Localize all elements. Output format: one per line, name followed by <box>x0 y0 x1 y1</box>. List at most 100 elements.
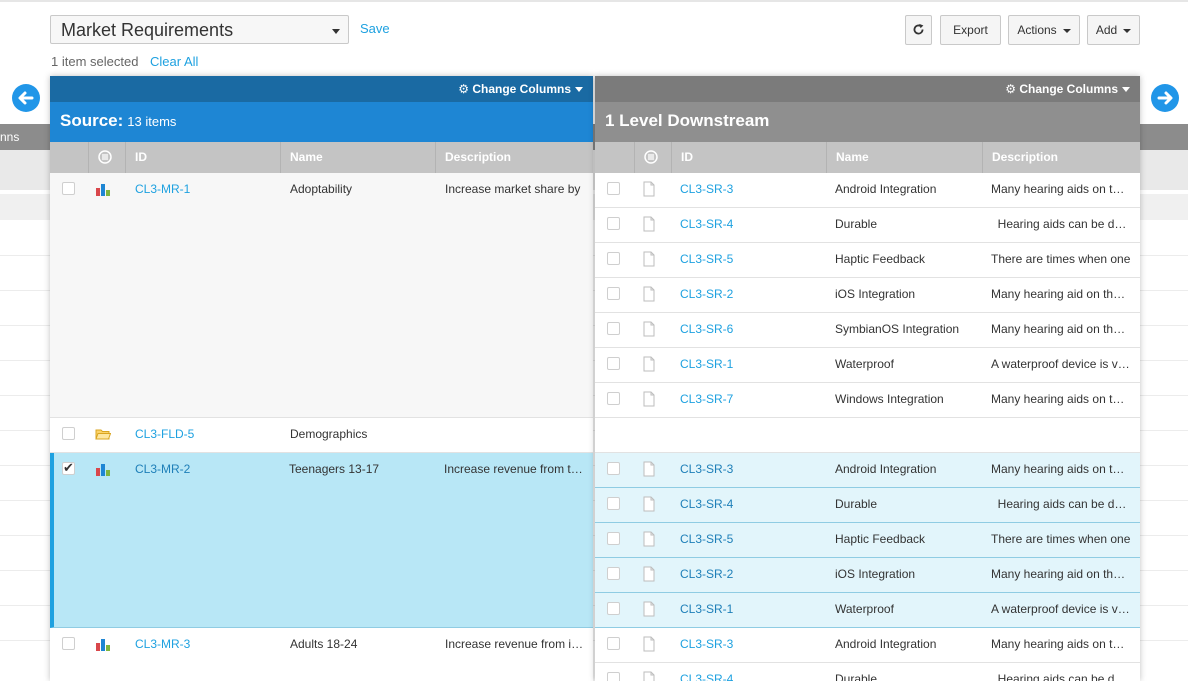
table-row[interactable]: CL3-SR-4 Durable Hearing aids can be dama… <box>595 208 1140 243</box>
row-id-link[interactable]: CL3-MR-1 <box>135 182 275 196</box>
table-row[interactable]: CL3-SR-5 Haptic Feedback There are times w… <box>595 243 1140 278</box>
row-checkbox[interactable] <box>607 357 620 370</box>
actions-button-label: Actions <box>1017 23 1057 37</box>
select-column-header[interactable] <box>50 142 88 173</box>
row-description: Increase revenue from individuals <box>445 637 585 651</box>
select-column-header[interactable] <box>595 142 634 173</box>
type-column-header[interactable] <box>88 142 125 173</box>
source-change-columns-button[interactable]: ⚙ Change Columns <box>458 82 583 96</box>
row-id-link[interactable]: CL3-SR-5 <box>680 252 820 266</box>
name-column-header[interactable]: Name <box>826 142 982 173</box>
table-row[interactable]: CL3-SR-4 Durable Hearing aids can be dama… <box>595 488 1140 523</box>
row-checkbox[interactable] <box>607 217 620 230</box>
row-checkbox[interactable] <box>607 672 620 681</box>
table-row[interactable]: CL3-SR-2 iOS Integration Many hearing aid … <box>595 278 1140 313</box>
row-checkbox[interactable] <box>607 287 620 300</box>
table-row[interactable]: CL3-MR-3 Adults 18-24 Increase revenue f… <box>50 628 593 681</box>
row-checkbox[interactable] <box>607 392 620 405</box>
save-link[interactable]: Save <box>360 21 390 36</box>
id-column-header[interactable]: ID <box>125 142 280 173</box>
row-checkbox[interactable] <box>607 182 620 195</box>
clear-all-link[interactable]: Clear All <box>150 54 198 69</box>
table-row[interactable]: CL3-SR-5 Haptic Feedback There are times w… <box>595 523 1140 558</box>
row-id-link[interactable]: CL3-SR-3 <box>680 182 820 196</box>
name-column-header[interactable]: Name <box>280 142 435 173</box>
background-header-label: nns <box>0 130 20 144</box>
row-checkbox[interactable] <box>607 532 620 545</box>
table-row[interactable]: CL3-SR-4 Durable Hearing aids can be dama… <box>595 663 1140 681</box>
row-checkbox[interactable] <box>607 602 620 615</box>
row-description: Hearing aids can be damaged <box>997 672 1131 681</box>
previous-view-button[interactable] <box>12 84 40 112</box>
row-id-link[interactable]: CL3-SR-3 <box>680 462 820 476</box>
table-row[interactable]: CL3-MR-1 Adoptability Increase market sh… <box>50 173 593 418</box>
table-row[interactable]: CL3-SR-6 SymbianOS Integration Many hearin… <box>595 313 1140 348</box>
row-id-link[interactable]: CL3-FLD-5 <box>135 427 275 441</box>
row-id-link[interactable]: CL3-SR-5 <box>680 532 820 546</box>
row-checkbox[interactable] <box>607 322 620 335</box>
document-icon <box>643 601 655 617</box>
row-id-link[interactable]: CL3-SR-1 <box>680 357 820 371</box>
row-id-link[interactable]: CL3-SR-4 <box>680 217 820 231</box>
source-panel: ⚙ Change Columns Source: 13 items ID Name… <box>50 76 593 681</box>
row-id-link[interactable]: CL3-SR-2 <box>680 287 820 301</box>
table-row[interactable]: CL3-SR-1 Waterproof A waterproof device is… <box>595 348 1140 383</box>
row-description: Increase revenue from teens <box>444 462 584 476</box>
row-id-link[interactable]: CL3-SR-4 <box>680 497 820 511</box>
row-id-link[interactable]: CL3-SR-4 <box>680 672 820 681</box>
type-column-header[interactable] <box>634 142 671 173</box>
row-description: Many hearing aid on the market <box>991 322 1131 336</box>
downstream-change-columns-button[interactable]: ⚙ Change Columns <box>1005 82 1130 96</box>
table-row[interactable]: CL3-SR-7 Windows Integration Many hearing … <box>595 383 1140 418</box>
refresh-icon <box>913 24 924 35</box>
description-column-header[interactable]: Description <box>435 142 593 173</box>
export-button[interactable]: Export <box>940 15 1001 45</box>
actions-button[interactable]: Actions <box>1008 15 1080 45</box>
source-panel-title: Source: 13 items <box>50 102 593 142</box>
description-column-header[interactable]: Description <box>982 142 1140 173</box>
row-name: Waterproof <box>835 602 894 616</box>
row-name: Durable <box>835 672 878 681</box>
row-id-link[interactable]: CL3-SR-6 <box>680 322 820 336</box>
row-checkbox[interactable] <box>62 637 75 650</box>
row-id-link[interactable]: CL3-SR-2 <box>680 567 820 581</box>
row-name: Android Integration <box>835 462 937 476</box>
row-checkbox[interactable] <box>607 462 620 475</box>
row-id-link[interactable]: CL3-SR-7 <box>680 392 820 406</box>
row-name: Android Integration <box>835 182 937 196</box>
row-checkbox[interactable] <box>607 637 620 650</box>
row-id-link[interactable]: CL3-SR-3 <box>680 637 820 651</box>
chevron-down-icon <box>1123 28 1132 33</box>
table-row[interactable]: CL3-SR-3 Android Integration Many hearing … <box>595 628 1140 663</box>
row-checkbox-checked[interactable] <box>62 460 75 476</box>
row-name: Teenagers 13-17 <box>289 462 380 476</box>
row-description: Hearing aids can be damaged <box>997 217 1131 231</box>
item-type-icon <box>644 150 658 164</box>
refresh-button[interactable] <box>905 15 932 45</box>
row-id-link[interactable]: CL3-SR-1 <box>680 602 820 616</box>
table-row[interactable]: CL3-SR-2 iOS Integration Many hearing aid … <box>595 558 1140 593</box>
row-checkbox[interactable] <box>607 497 620 510</box>
view-select[interactable]: Market Requirements <box>50 15 349 44</box>
row-description: Many hearing aids on the market <box>991 182 1131 196</box>
table-row[interactable]: CL3-SR-3 Android Integration Many hearing … <box>595 453 1140 488</box>
row-description: A waterproof device is very <box>991 357 1131 371</box>
change-columns-label: Change Columns <box>472 82 571 96</box>
row-id-link[interactable]: CL3-MR-2 <box>135 462 275 476</box>
table-row-selected[interactable]: CL3-MR-2 Teenagers 13-17 Increase revenu… <box>50 453 593 628</box>
table-row[interactable]: CL3-SR-1 Waterproof A waterproof device is… <box>595 593 1140 628</box>
table-row[interactable]: CL3-SR-3 Android Integration Many hearing … <box>595 173 1140 208</box>
id-column-header[interactable]: ID <box>671 142 826 173</box>
requirement-chart-icon <box>96 639 110 651</box>
add-button[interactable]: Add <box>1087 15 1140 45</box>
row-id-link[interactable]: CL3-MR-3 <box>135 637 275 651</box>
row-checkbox[interactable] <box>62 182 75 195</box>
row-name: Haptic Feedback <box>835 532 926 546</box>
row-checkbox[interactable] <box>607 567 620 580</box>
row-checkbox[interactable] <box>62 427 75 440</box>
table-row[interactable]: CL3-FLD-5 Demographics <box>50 418 593 453</box>
document-icon <box>643 461 655 477</box>
next-view-button[interactable] <box>1151 84 1179 112</box>
row-checkbox[interactable] <box>607 252 620 265</box>
document-icon <box>643 566 655 582</box>
